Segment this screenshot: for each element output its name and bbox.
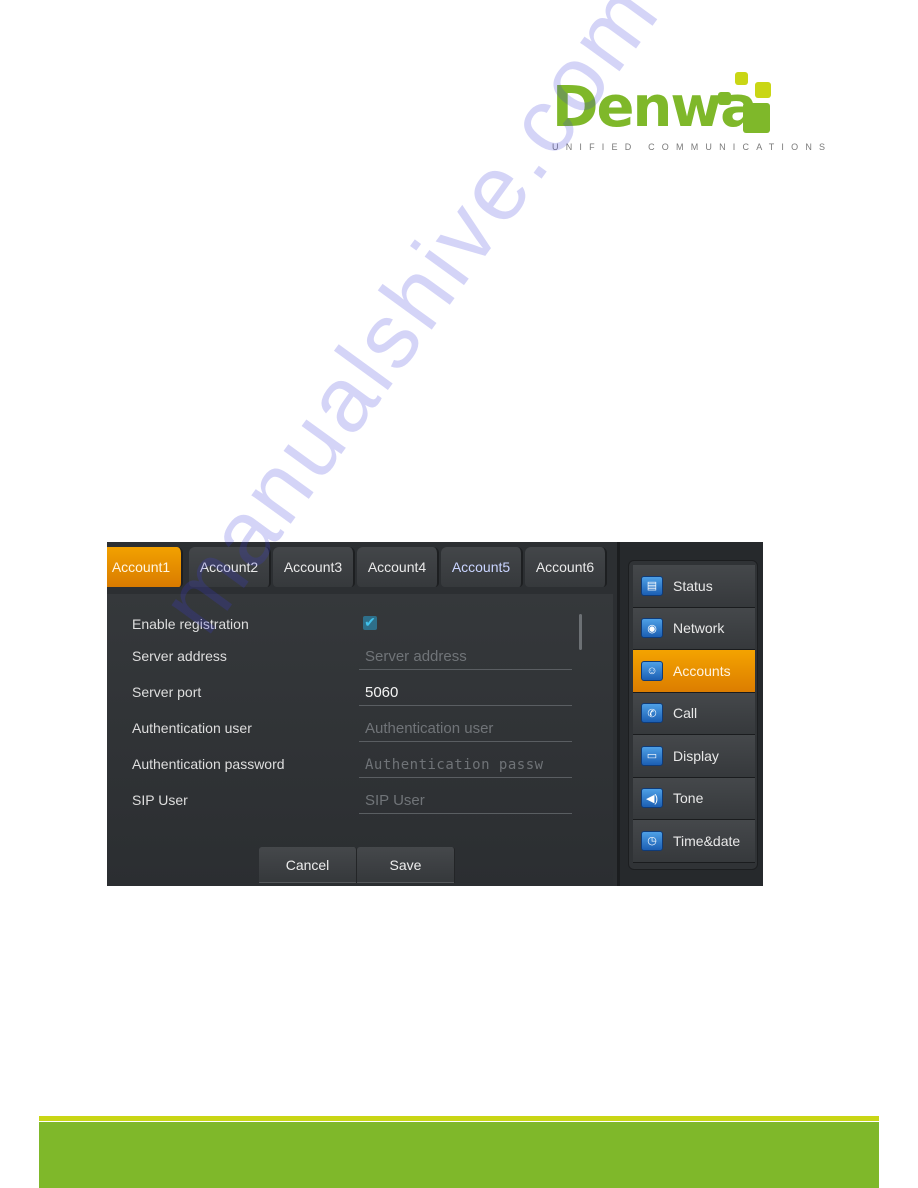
settings-sidebar: ▤ Status ◉ Network ☺ Accounts ✆ Call ▭ D… <box>617 542 763 886</box>
auth-password-label: Authentication password <box>132 756 285 772</box>
call-handset-icon: ✆ <box>641 703 663 724</box>
logo-square-icon <box>743 103 770 133</box>
tab-account2[interactable]: Account2 <box>189 547 271 587</box>
tab-account1[interactable]: Account1 <box>107 547 183 587</box>
tab-account3[interactable]: Account3 <box>273 547 355 587</box>
server-address-input[interactable] <box>359 644 572 669</box>
denwa-logo: Denwa UNIFIED COMMUNICATIONS <box>552 70 825 158</box>
sidebar-item-display[interactable]: ▭ Display <box>633 735 755 778</box>
sidebar-item-tone[interactable]: ◀) Tone <box>633 777 755 820</box>
footer-accent-line <box>39 1116 879 1121</box>
sidebar-item-label: Call <box>673 705 698 722</box>
clock-icon: ◷ <box>641 830 663 851</box>
sidebar-item-network[interactable]: ◉ Network <box>633 607 755 650</box>
status-icon: ▤ <box>641 575 663 596</box>
sidebar-item-label: Network <box>673 620 725 637</box>
footer-bar <box>39 1122 879 1188</box>
accounts-users-icon: ☺ <box>641 660 663 681</box>
logo-wordmark: Denwa <box>552 75 758 140</box>
sidebar-item-call[interactable]: ✆ Call <box>633 692 755 735</box>
auth-password-input[interactable] <box>359 752 572 777</box>
server-address-label: Server address <box>132 648 227 664</box>
sidebar-item-accounts[interactable]: ☺ Accounts <box>633 650 755 693</box>
auth-password-row: Authentication password <box>107 746 587 782</box>
sidebar-item-label: Time&date <box>673 832 741 849</box>
server-address-row: Server address <box>107 638 587 674</box>
server-port-label: Server port <box>132 684 202 700</box>
network-globe-icon: ◉ <box>641 618 663 639</box>
sidebar-item-label: Display <box>673 747 719 764</box>
auth-user-input[interactable] <box>359 716 572 741</box>
server-port-row: Server port <box>107 674 587 710</box>
enable-registration-label: Enable registration <box>132 616 249 632</box>
display-monitor-icon: ▭ <box>641 745 663 766</box>
save-button[interactable]: Save <box>357 847 455 883</box>
logo-tagline: UNIFIED COMMUNICATIONS <box>552 142 833 152</box>
sip-user-input[interactable] <box>359 788 572 813</box>
sidebar-item-time-date[interactable]: ◷ Time&date <box>633 820 755 863</box>
settings-menu: ▤ Status ◉ Network ☺ Accounts ✆ Call ▭ D… <box>628 560 758 870</box>
sidebar-item-status[interactable]: ▤ Status <box>633 565 755 608</box>
form-actions: Cancel Save <box>259 847 455 883</box>
account-settings-screenshot: Account1 Account2 Account3 Account4 Acco… <box>107 542 763 886</box>
cancel-button[interactable]: Cancel <box>259 847 357 883</box>
tab-account4[interactable]: Account4 <box>357 547 439 587</box>
enable-registration-checkbox[interactable]: ✔ <box>363 615 377 630</box>
account-tabs: Account1 Account2 Account3 Account4 Acco… <box>107 547 613 591</box>
logo-square-icon <box>735 72 748 85</box>
tab-account6[interactable]: Account6 <box>525 547 607 587</box>
logo-square-icon <box>718 92 731 105</box>
tab-account5[interactable]: Account5 <box>441 547 523 587</box>
sidebar-item-label: Tone <box>673 790 704 807</box>
auth-user-row: Authentication user <box>107 710 587 746</box>
sidebar-item-label: Status <box>673 577 713 594</box>
logo-square-icon <box>755 82 771 98</box>
sip-user-label: SIP User <box>132 792 188 808</box>
auth-user-label: Authentication user <box>132 720 252 736</box>
sidebar-item-label: Accounts <box>673 662 731 679</box>
tone-speaker-icon: ◀) <box>641 788 663 809</box>
enable-registration-row: Enable registration ✔ <box>107 606 587 642</box>
sip-user-row: SIP User <box>107 782 587 818</box>
account-form: Enable registration ✔ Server address Ser… <box>107 594 613 886</box>
server-port-input[interactable] <box>359 680 572 705</box>
